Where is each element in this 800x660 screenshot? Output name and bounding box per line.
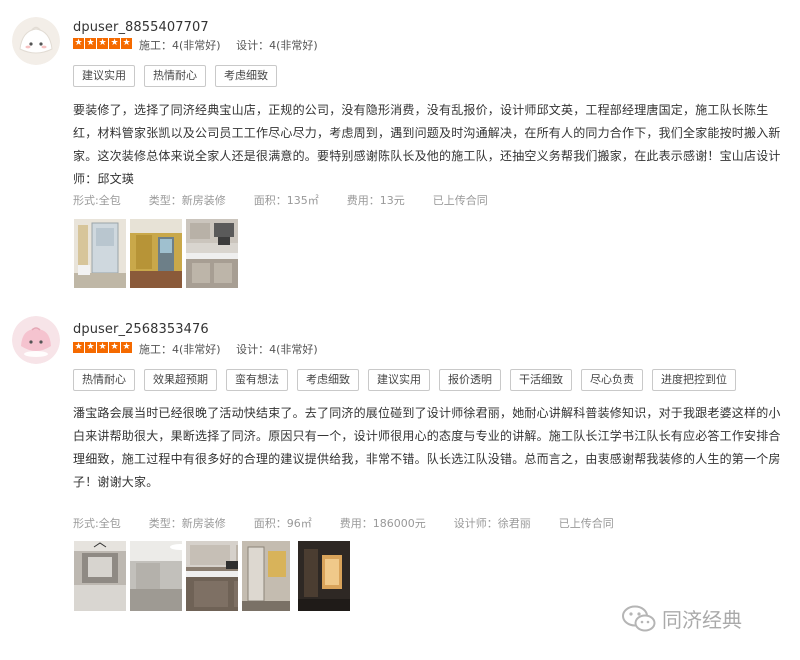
tag: 热情耐心 bbox=[144, 65, 206, 87]
photo-list bbox=[74, 219, 238, 288]
photo-thumbnail[interactable] bbox=[242, 541, 294, 611]
meta-area: 面积：135㎡ bbox=[253, 194, 319, 207]
tag-list: 建议实用 热情耐心 考虑细致 bbox=[73, 65, 277, 87]
meta-cost: 费用：13元 bbox=[346, 194, 405, 207]
tag: 报价透明 bbox=[439, 369, 501, 391]
score-summary: 施工：4(非常好) 设计：4(非常好) bbox=[139, 341, 330, 357]
photo-thumbnail[interactable] bbox=[298, 541, 350, 611]
star-icon: ★ bbox=[73, 342, 84, 353]
tag: 热情耐心 bbox=[73, 369, 135, 391]
photo-thumbnail[interactable] bbox=[74, 541, 126, 611]
watermark: 同济经典 bbox=[622, 604, 742, 633]
photo-thumbnail[interactable] bbox=[130, 219, 182, 288]
star-icon: ★ bbox=[121, 342, 132, 353]
rating-stars: ★ ★ ★ ★ ★ bbox=[73, 38, 132, 49]
construction-score: 施工：4(非常好) bbox=[139, 343, 221, 356]
review-text: 潘宝路会展当时已经很晚了活动快结束了。去了同济的展位碰到了设计师徐君丽，她耐心讲… bbox=[73, 406, 781, 489]
review-item: dpuser_8855407707 ★ ★ ★ ★ ★ 施工：4(非常好) 设计… bbox=[0, 0, 800, 300]
meta-type: 类型：新房装修 bbox=[148, 194, 226, 207]
meta-area: 面积：96㎡ bbox=[253, 517, 312, 530]
tag-list: 热情耐心 效果超预期 蛮有想法 考虑细致 建议实用 报价透明 干活细致 尽心负责… bbox=[73, 369, 736, 391]
star-icon: ★ bbox=[85, 38, 96, 49]
design-score: 设计：4(非常好) bbox=[236, 343, 318, 356]
star-icon: ★ bbox=[97, 38, 108, 49]
tag: 考虑细致 bbox=[297, 369, 359, 391]
tag: 建议实用 bbox=[73, 65, 135, 87]
meta-form: 形式:全包 bbox=[73, 517, 121, 530]
avatar[interactable] bbox=[12, 17, 60, 65]
meta-type: 类型：新房装修 bbox=[148, 517, 226, 530]
avatar-bun-icon bbox=[12, 17, 60, 65]
username[interactable]: dpuser_2568353476 bbox=[73, 322, 209, 337]
photo-thumbnail[interactable] bbox=[186, 541, 238, 611]
tag: 效果超预期 bbox=[144, 369, 217, 391]
username[interactable]: dpuser_8855407707 bbox=[73, 20, 209, 35]
tag: 进度把控到位 bbox=[652, 369, 736, 391]
star-icon: ★ bbox=[109, 342, 120, 353]
meta-contract: 已上传合同 bbox=[432, 194, 488, 207]
tag: 尽心负责 bbox=[581, 369, 643, 391]
star-icon: ★ bbox=[121, 38, 132, 49]
star-icon: ★ bbox=[109, 38, 120, 49]
photo-thumbnail[interactable] bbox=[186, 219, 238, 288]
photo-thumbnail[interactable] bbox=[74, 219, 126, 288]
design-score: 设计：4(非常好) bbox=[236, 39, 318, 52]
review-text: 要装修了，选择了同济经典宝山店，正规的公司，没有隐形消费，没有乱报价，设计师邱文… bbox=[73, 103, 781, 186]
rating-stars: ★ ★ ★ ★ ★ bbox=[73, 342, 132, 353]
star-icon: ★ bbox=[73, 38, 84, 49]
construction-score: 施工：4(非常好) bbox=[139, 39, 221, 52]
avatar-peach-icon bbox=[12, 316, 60, 364]
project-meta: 形式:全包 类型：新房装修 面积：96㎡ 费用：186000元 设计师：徐君丽 … bbox=[73, 515, 642, 531]
photo-list bbox=[74, 541, 350, 611]
tag: 建议实用 bbox=[368, 369, 430, 391]
watermark-text: 同济经典 bbox=[662, 608, 742, 632]
star-icon: ★ bbox=[97, 342, 108, 353]
avatar[interactable] bbox=[12, 316, 60, 364]
star-icon: ★ bbox=[85, 342, 96, 353]
wechat-icon bbox=[622, 605, 656, 631]
meta-contract: 已上传合同 bbox=[558, 517, 614, 530]
project-meta: 形式:全包 类型：新房装修 面积：135㎡ 费用：13元 已上传合同 bbox=[73, 192, 516, 208]
tag: 考虑细致 bbox=[215, 65, 277, 87]
score-summary: 施工：4(非常好) 设计：4(非常好) bbox=[139, 37, 330, 53]
meta-designer: 设计师：徐君丽 bbox=[453, 517, 531, 530]
photo-thumbnail[interactable] bbox=[130, 541, 182, 611]
tag: 蛮有想法 bbox=[226, 369, 288, 391]
tag: 干活细致 bbox=[510, 369, 572, 391]
meta-cost: 费用：186000元 bbox=[339, 517, 426, 530]
meta-form: 形式:全包 bbox=[73, 194, 121, 207]
